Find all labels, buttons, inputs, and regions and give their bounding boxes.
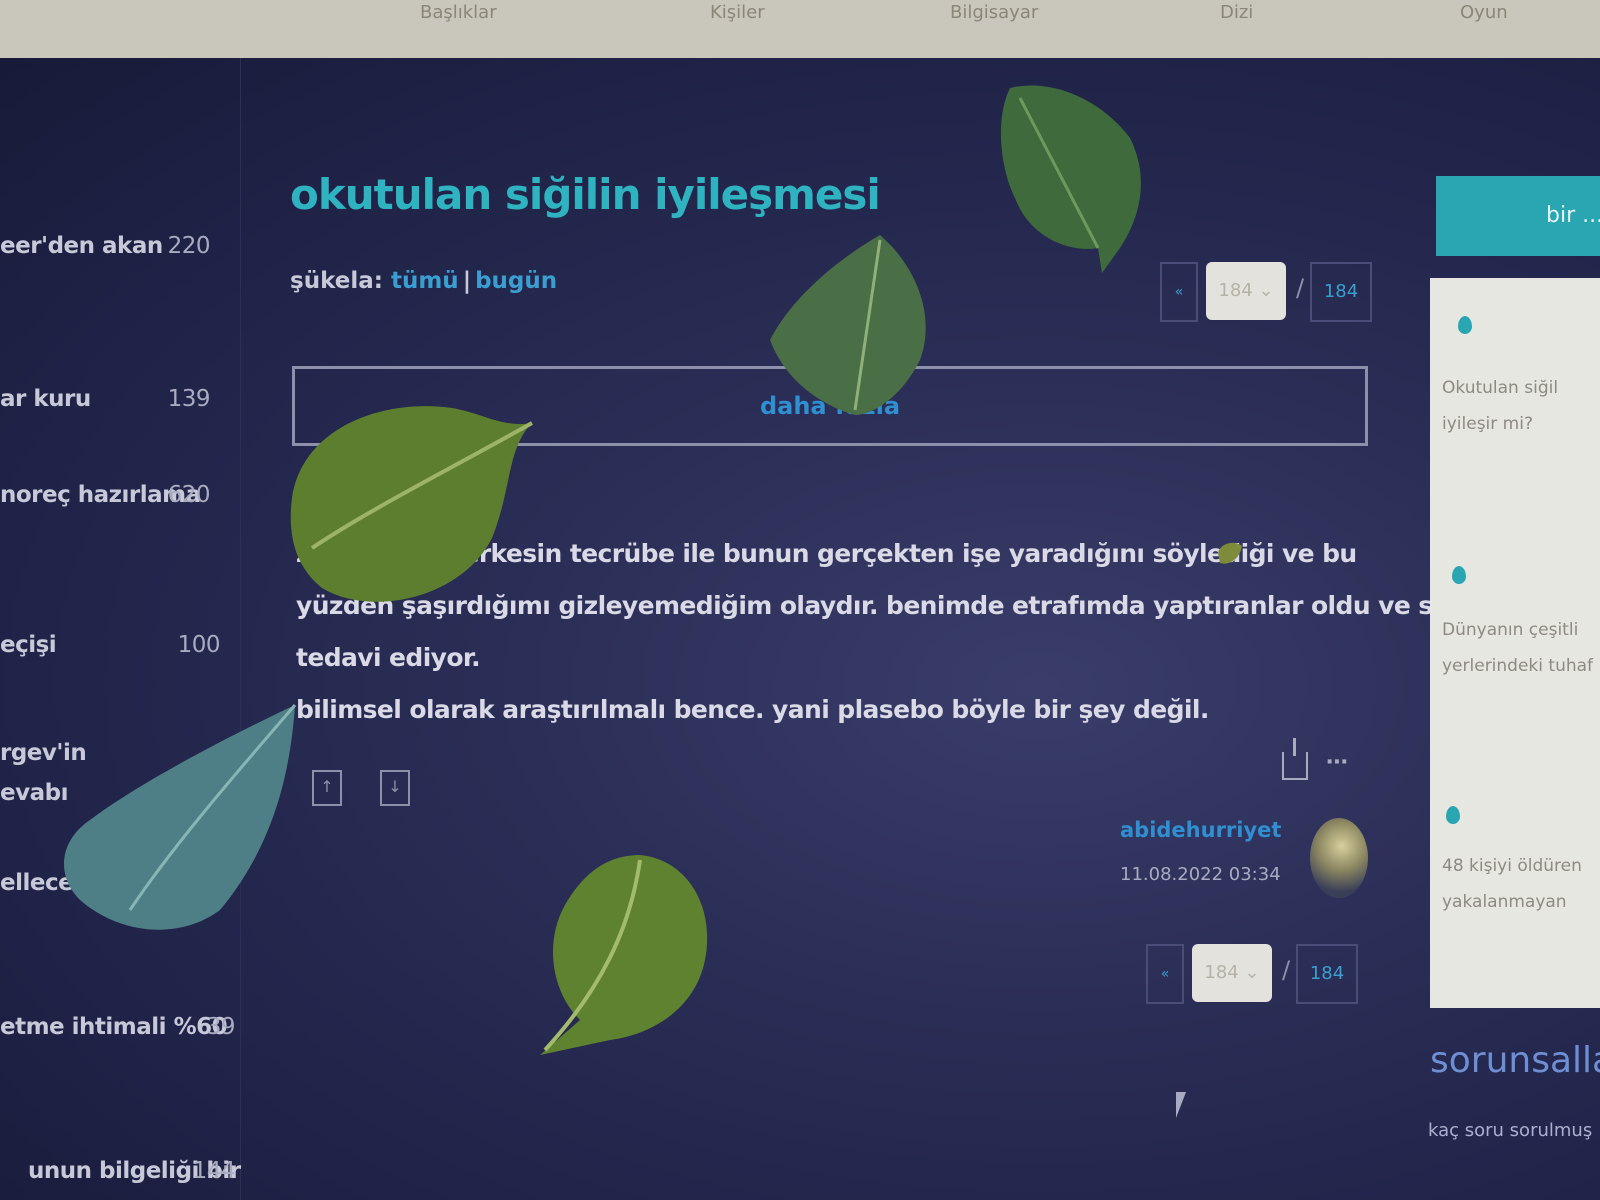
sidebar-item[interactable]: noreç hazırlama 620 <box>0 482 240 518</box>
sidebar-item-count: 39 <box>206 1014 236 1040</box>
entry-line: bilimsel olarak araştırılmalı bence. yan… <box>296 695 1209 724</box>
top-nav-item[interactable]: Dizi <box>1220 2 1253 23</box>
pager-prev-button[interactable]: « <box>1160 262 1198 322</box>
pager-slash: / <box>1296 274 1305 302</box>
sidebar-item-count: 620 <box>167 482 211 508</box>
filter-separator: | <box>462 268 472 294</box>
arrow-up-icon: ↑ <box>320 777 334 796</box>
sidebar-item-label: eer'den akan <box>0 233 163 259</box>
entry-author-link[interactable]: abidehurriyet <box>1120 818 1281 842</box>
sidebar-item-label: eçişi <box>0 632 57 658</box>
chevron-down-icon: ⌄ <box>1258 280 1274 301</box>
right-panel-header[interactable]: bir ... <box>1436 176 1600 256</box>
right-panel-item[interactable]: Okutulan siğil iyileşir mi? <box>1442 370 1600 442</box>
leaf-image <box>540 855 708 1055</box>
top-nav-item[interactable]: Bilgisayar <box>950 2 1038 23</box>
pager-top: « 184 ⌄ / 184 <box>1160 262 1372 322</box>
arrow-down-icon: ↓ <box>388 777 402 796</box>
drop-icon <box>1452 566 1466 584</box>
leaf-image <box>1218 542 1242 564</box>
more-options-icon[interactable]: ⋯ <box>1326 750 1348 775</box>
sidebar-item-count: 100 <box>177 632 221 658</box>
sidebar-item-count: 144 <box>192 1158 236 1184</box>
pager-page-select[interactable]: 184 ⌄ <box>1206 262 1286 320</box>
right-panel-item[interactable]: Dünyanın çeşitli yerlerindeki tuhaf <box>1442 612 1600 720</box>
right-panel-section-title[interactable]: sorunsallar <box>1430 1040 1600 1081</box>
sidebar-item[interactable]: eçişi 100 <box>0 632 240 668</box>
sidebar-item[interactable]: ar kuru 139 <box>0 386 240 422</box>
drop-icon <box>1446 806 1460 824</box>
leaf-image <box>63 704 297 930</box>
sidebar-item-label: etme ihtimali %60 <box>0 1014 228 1040</box>
drop-icon <box>1458 316 1472 334</box>
right-panel-item[interactable]: 48 kişiyi öldüren yakalanmayan <box>1442 848 1600 956</box>
leaf-image <box>770 235 926 415</box>
pager-page-value: 184 <box>1204 962 1239 983</box>
top-nav: Başlıklar Kişiler Bilgisayar Dizi Oyun <box>0 0 1600 58</box>
entry-date-link[interactable]: 11.08.2022 03:34 <box>1120 864 1281 885</box>
upvote-button[interactable]: ↑ <box>312 770 342 806</box>
sidebar-item-label: ar kuru <box>0 386 91 412</box>
avatar[interactable] <box>1310 818 1368 898</box>
sidebar-item-count: 139 <box>167 386 211 412</box>
downvote-button[interactable]: ↓ <box>380 770 410 806</box>
sidebar: eer'den akan 220 ar kuru 139 noreç hazır… <box>0 58 250 1200</box>
filters-label: şükela: <box>290 268 383 294</box>
entry-line: tedavi ediyor. <box>296 643 481 672</box>
leaf-image <box>290 406 533 602</box>
pager-slash: / <box>1282 956 1291 984</box>
filter-all-link[interactable]: tümü <box>391 268 459 294</box>
mouse-cursor-icon <box>1176 1092 1186 1118</box>
pager-bottom: « 184 ⌄ / 184 <box>1146 944 1358 1004</box>
chevron-down-icon: ⌄ <box>1244 962 1260 983</box>
pager-last-button[interactable]: 184 <box>1310 262 1372 322</box>
top-nav-item[interactable]: Kişiler <box>710 2 765 23</box>
pager-page-value: 184 <box>1218 280 1253 301</box>
pager-page-select[interactable]: 184 ⌄ <box>1192 944 1272 1002</box>
topic-filters: şükela: tümü | bugün <box>290 268 557 294</box>
topic-title[interactable]: okutulan siğilin iyileşmesi <box>290 170 881 219</box>
sidebar-item[interactable]: eer'den akan 220 <box>0 233 240 269</box>
top-nav-item[interactable]: Başlıklar <box>420 2 497 23</box>
browser-top-bar: Başlıklar Kişiler Bilgisayar Dizi Oyun <box>0 0 1600 58</box>
sidebar-item[interactable]: unun bilgeliği bir 144 <box>0 1158 241 1194</box>
leaf-image <box>1000 85 1141 273</box>
filter-today-link[interactable]: bugün <box>475 268 557 294</box>
right-panel-section-text[interactable]: kaç soru sorulmuş <box>1428 1120 1592 1141</box>
share-icon[interactable] <box>1282 738 1308 780</box>
top-nav-item[interactable]: Oyun <box>1460 2 1508 23</box>
pager-prev-button[interactable]: « <box>1146 944 1184 1004</box>
pager-last-button[interactable]: 184 <box>1296 944 1358 1004</box>
sidebar-item-count: 220 <box>167 233 211 259</box>
sidebar-item[interactable]: etme ihtimali %60 39 <box>0 1014 240 1050</box>
